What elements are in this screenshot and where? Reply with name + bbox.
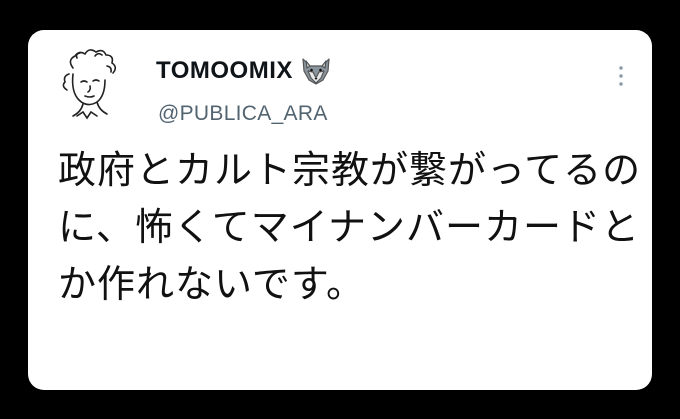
author-handle[interactable]: @PUBLICA_ARA [158,102,328,126]
author-row: TOMOOMIX [156,56,333,86]
tweet-text: 政府とカルト宗教が繋がってるのに、怖くてマイナンバーカードとか作れないです。 [58,148,642,306]
wolf-icon [302,58,330,85]
avatar[interactable] [55,44,125,124]
more-options-icon[interactable] [616,64,626,88]
tweet-card: TOMOOMIX @PUBLICA_ARA 政府とカルト宗教が繋がってるのに、怖… [28,30,652,390]
display-name[interactable]: TOMOOMIX [156,57,293,85]
